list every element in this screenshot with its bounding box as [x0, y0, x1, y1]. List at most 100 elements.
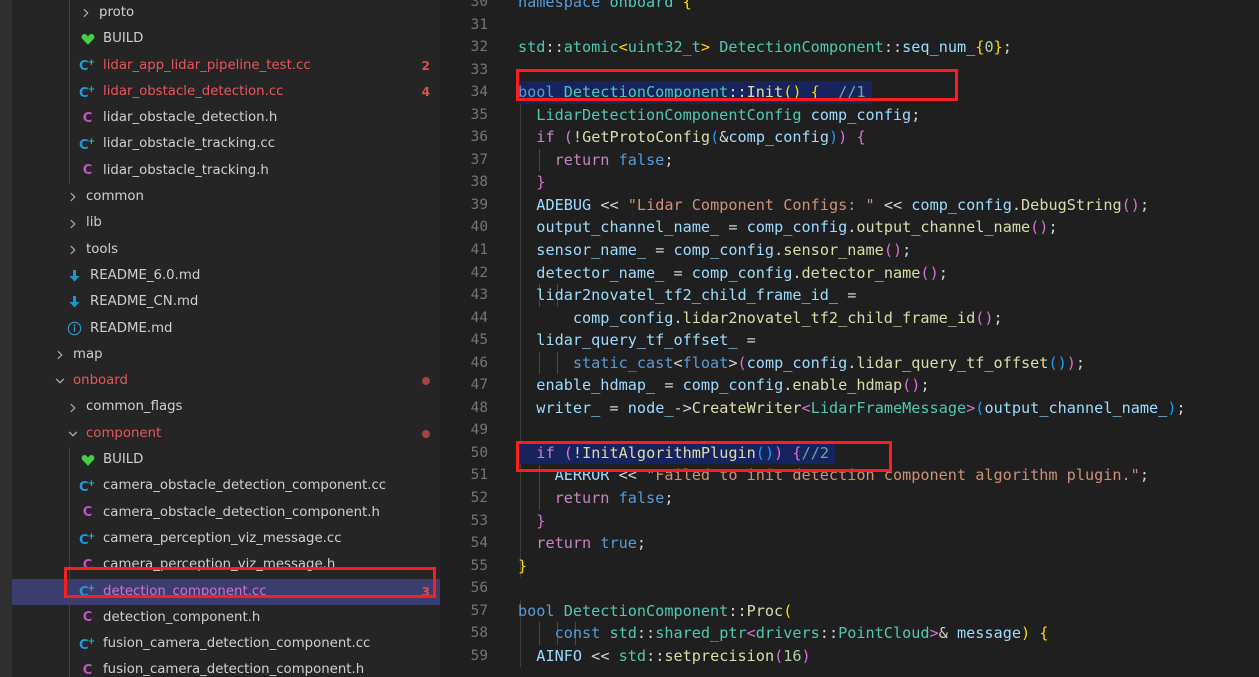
explorer-row-lidar-obstacle-tracking-h[interactable]: Clidar_obstacle_tracking.h [12, 158, 440, 184]
explorer-row-detection-component-h[interactable]: Cdetection_component.h [12, 605, 440, 631]
editor-code-text: lidar_query_tf_offset_ = [518, 329, 1259, 352]
code-token: :: [883, 38, 903, 57]
editor-line[interactable]: 34 bool DetectionComponent::Init() { //1 [440, 81, 1259, 104]
editor-line[interactable]: 46 static_cast<float>(comp_config.lidar_… [440, 352, 1259, 375]
code-token: << [883, 195, 903, 214]
file-explorer-panel[interactable]: protoBUILDC++lidar_app_lidar_pipeline_te… [12, 0, 440, 677]
explorer-folder-component[interactable]: component [12, 421, 440, 447]
explorer-row-camera-perception-viz-message-h[interactable]: Ccamera_perception_viz_message.h [12, 552, 440, 578]
vscode-window: protoBUILDC++lidar_app_lidar_pipeline_te… [0, 0, 1259, 677]
editor-line[interactable]: 35 LidarDetectionComponentConfig comp_co… [440, 104, 1259, 127]
chevron-right-icon[interactable] [64, 192, 81, 202]
code-token: bool [518, 83, 555, 102]
code-token: ( [755, 443, 765, 462]
explorer-row-readme-md[interactable]: README.md [12, 316, 440, 342]
explorer-row-lidar-app-lidar-pipeline-test-cc[interactable]: C++ lidar_app_lidar_pipeline_test.cc 2 [12, 53, 440, 79]
chevron-right-icon[interactable] [64, 219, 81, 229]
code-token: LidarDetectionComponentConfig [536, 105, 802, 124]
explorer-folder-common[interactable]: common [12, 184, 440, 210]
editor-line[interactable]: 42 detector_name_ = comp_config.detector… [440, 262, 1259, 285]
explorer-row-readme-6-0-md[interactable]: README_6.0.md [12, 263, 440, 289]
explorer-folder-map[interactable]: map [12, 342, 440, 368]
editor-line[interactable]: 48 writer_ = node_->CreateWriter<LidarFr… [440, 397, 1259, 420]
explorer-item-label: lib [86, 215, 102, 231]
code-token: ; [1139, 195, 1150, 214]
problem-count-badge: 2 [421, 58, 430, 73]
editor-line[interactable]: 33 [440, 59, 1259, 82]
editor-line[interactable]: 57 bool DetectionComponent::Proc( [440, 600, 1259, 623]
explorer-row-readme-cn-md[interactable]: README_CN.md [12, 289, 440, 315]
explorer-folder-tools[interactable]: tools [12, 237, 440, 263]
code-token: ( [783, 601, 793, 620]
explorer-row-fusion-camera-detection-component-cc[interactable]: C++ fusion_camera_detection_component.cc [12, 631, 440, 657]
code-token: DetectionComponent [563, 83, 729, 102]
editor-line[interactable]: 37 return false; [440, 149, 1259, 172]
explorer-row-camera-perception-viz-message-cc[interactable]: C++ camera_perception_viz_message.cc [12, 526, 440, 552]
editor-line[interactable]: 32 std::atomic<uint32_t> DetectionCompone… [440, 36, 1259, 59]
editor-line[interactable]: 49 [440, 419, 1259, 442]
chevron-right-icon[interactable] [51, 350, 68, 360]
editor-line[interactable]: 47 enable_hdmap_ = comp_config.enable_hd… [440, 374, 1259, 397]
editor-line[interactable]: 56 [440, 577, 1259, 600]
editor-line[interactable]: 53 } [440, 510, 1259, 533]
code-token: ; [664, 489, 674, 508]
explorer-row-build[interactable]: BUILD [12, 26, 440, 52]
problem-count-badge: 4 [421, 84, 430, 99]
editor-line[interactable]: 31 [440, 14, 1259, 37]
editor-line[interactable]: 51 AERROR << "Failed to init detection c… [440, 464, 1259, 487]
chevron-right-icon[interactable] [64, 245, 81, 255]
explorer-row-build[interactable]: BUILD [12, 447, 440, 473]
editor-line[interactable]: 50 if (!InitAlgorithmPlugin()) {//2 [440, 441, 1259, 465]
editor-code-text: if (!InitAlgorithmPlugin()) {//2 [518, 442, 1259, 465]
editor-line[interactable]: 30 namespace onboard { [440, 0, 1259, 14]
explorer-row-camera-obstacle-detection-component-h[interactable]: Ccamera_obstacle_detection_component.h [12, 500, 440, 526]
explorer-folder-common-flags[interactable]: common_flags [12, 394, 440, 420]
explorer-item-label: proto [99, 5, 135, 20]
editor-line[interactable]: 59 AINFO << std::setprecision(16) [440, 645, 1259, 668]
editor-line[interactable]: 45 lidar_query_tf_offset_ = [440, 329, 1259, 352]
code-token: ( [883, 241, 893, 260]
explorer-row-fusion-camera-detection-component-h[interactable]: Cfusion_camera_detection_component.h [12, 657, 440, 677]
editor-code-text: ADEBUG << "Lidar Component Configs: " <<… [518, 194, 1259, 217]
editor-line[interactable]: 41 sensor_name_ = comp_config.sensor_nam… [440, 239, 1259, 262]
explorer-folder-proto[interactable]: proto [12, 0, 440, 26]
code-editor-panel[interactable]: 30 namespace onboard {31 32 std::atomic<uin… [440, 0, 1259, 677]
cpp-header-icon: C [82, 610, 93, 626]
editor-line[interactable]: 40 output_channel_name_ = comp_config.ou… [440, 216, 1259, 239]
editor-line[interactable]: 43 lidar2novatel_tf2_child_frame_id_ = [440, 284, 1259, 307]
explorer-row-lidar-obstacle-detection-h[interactable]: Clidar_obstacle_detection.h [12, 105, 440, 131]
explorer-folder-lib[interactable]: lib [12, 210, 440, 236]
explorer-row-lidar-obstacle-detection-cc[interactable]: C++ lidar_obstacle_detection.cc 4 [12, 79, 440, 105]
explorer-folder-onboard[interactable]: onboard [12, 368, 440, 394]
editor-line-number: 56 [470, 580, 488, 597]
code-token: detector_name_ [536, 263, 665, 282]
editor-line[interactable]: 44 comp_config.lidar2novatel_tf2_child_f… [440, 307, 1259, 330]
chevron-right-icon[interactable] [64, 403, 81, 413]
editor-line[interactable]: 38 } [440, 171, 1259, 194]
cpp-source-icon: C++ [77, 479, 98, 494]
explorer-item-label: lidar_obstacle_tracking.h [103, 162, 269, 178]
editor-line[interactable]: 39 ADEBUG << "Lidar Component Configs: "… [440, 194, 1259, 217]
editor-line[interactable]: 52 return false; [440, 487, 1259, 510]
chevron-down-icon[interactable] [51, 376, 68, 386]
svg-text:++: ++ [88, 637, 96, 647]
chevron-down-icon[interactable] [64, 429, 81, 439]
editor-line[interactable]: 55} [440, 555, 1259, 578]
explorer-row-detection-component-cc[interactable]: C++ detection_component.cc 3 [12, 578, 440, 605]
editor-line[interactable]: 58 const std::shared_ptr<drivers::PointC… [440, 622, 1259, 645]
chevron-right-icon[interactable] [77, 8, 94, 18]
bazel-heart-icon [77, 32, 98, 46]
explorer-row-lidar-obstacle-tracking-cc[interactable]: C++ lidar_obstacle_tracking.cc [12, 131, 440, 157]
explorer-item-label: lidar_obstacle_detection.cc [103, 83, 284, 99]
editor-line[interactable]: 54 return true; [440, 532, 1259, 555]
editor-code-text: detector_name_ = comp_config.detector_na… [518, 262, 1259, 285]
explorer-row-camera-obstacle-detection-component-cc[interactable]: C++ camera_obstacle_detection_component.c… [12, 473, 440, 499]
editor-line[interactable]: 36 if (!GetProtoConfig(&comp_config)) { [440, 126, 1259, 149]
